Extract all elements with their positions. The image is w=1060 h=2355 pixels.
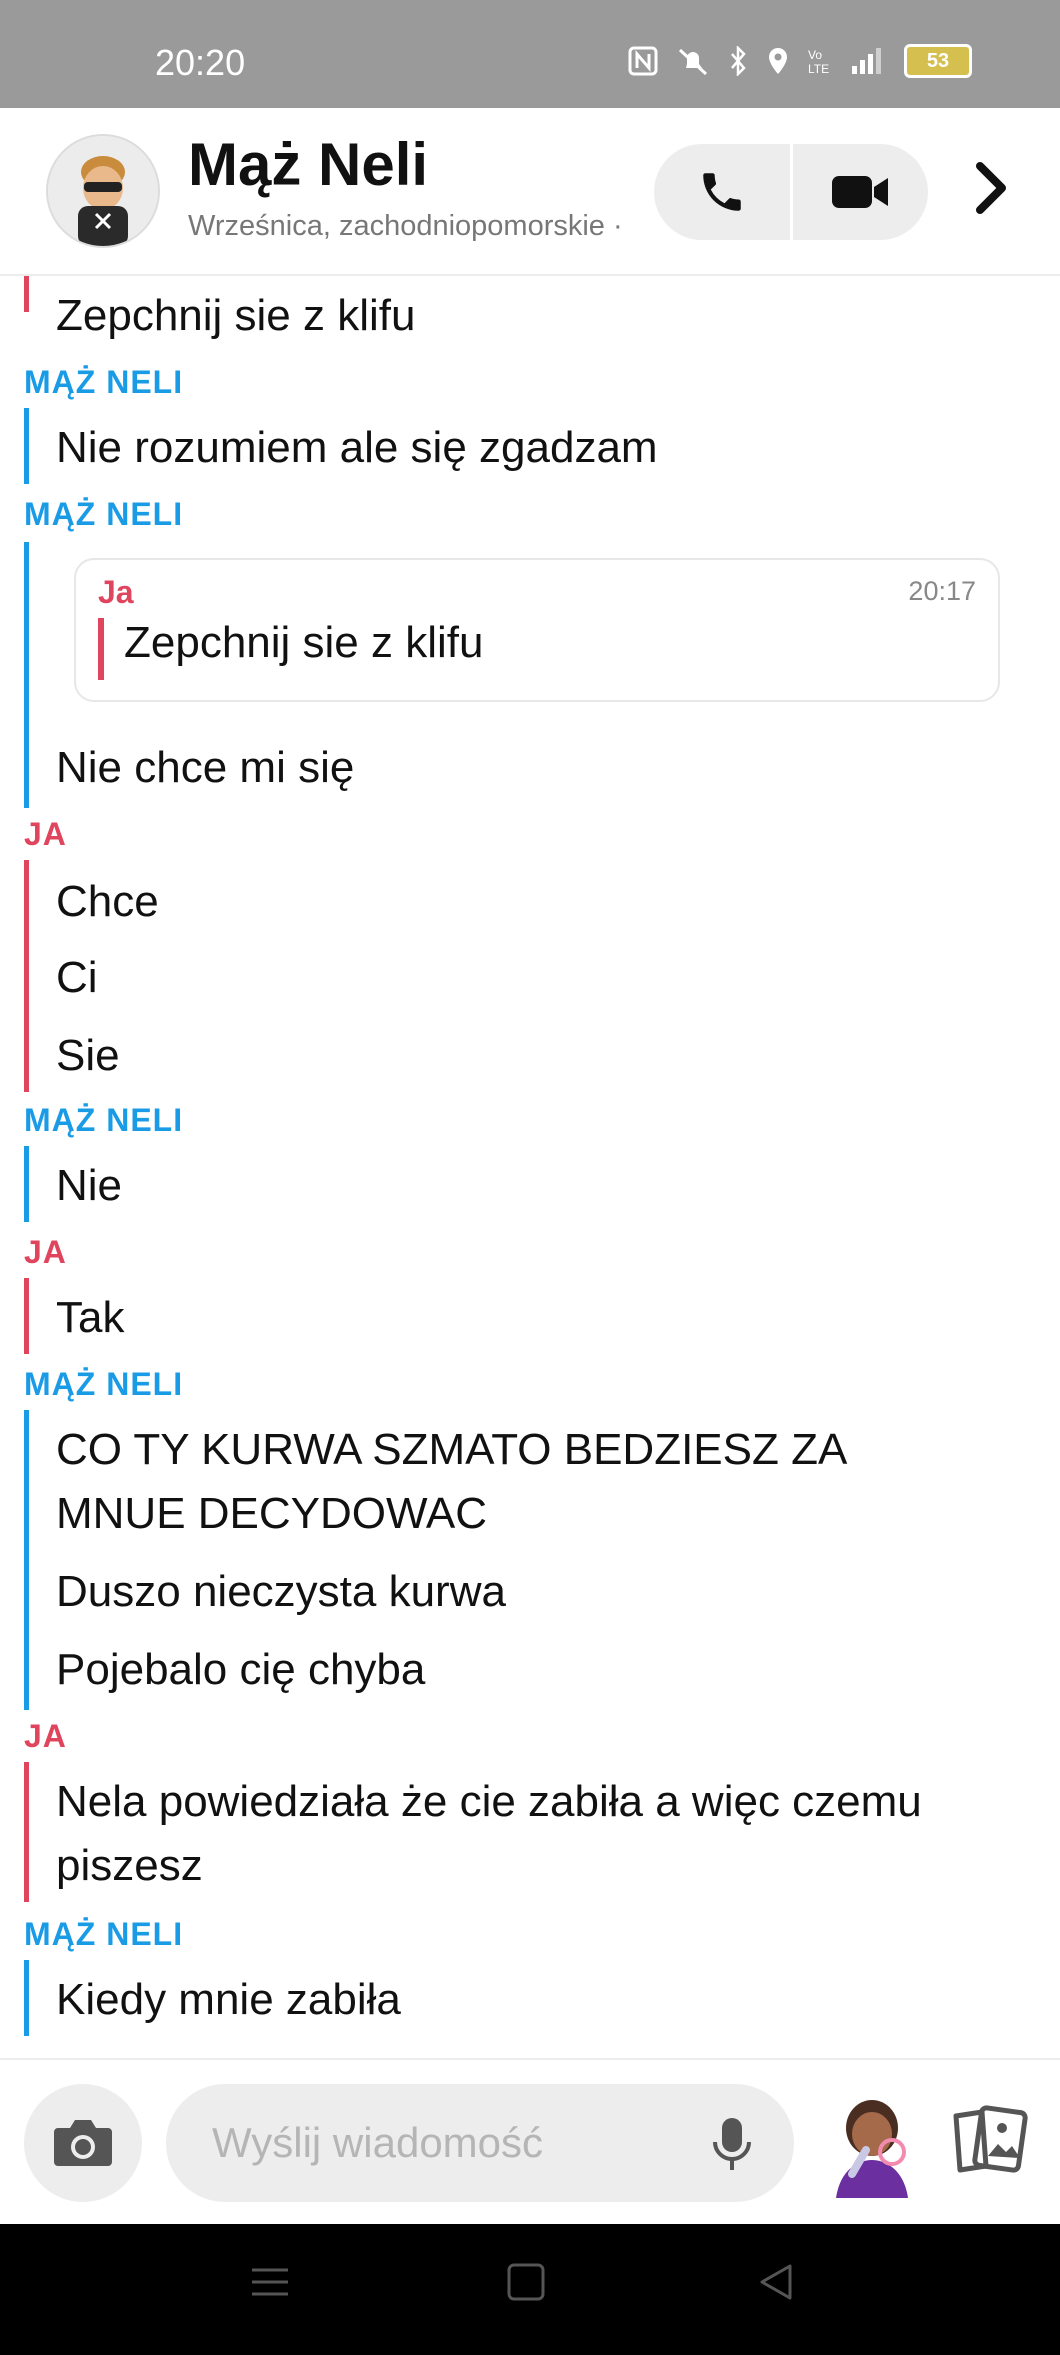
back-icon[interactable]: [756, 2262, 796, 2302]
sender-label: MĄŻ NELI: [24, 496, 184, 532]
bluetooth-icon: [731, 46, 746, 76]
sender-bar: [24, 542, 29, 808]
svg-text:Vo: Vo: [808, 48, 822, 62]
quote-text: Zepchnij sie z klifu: [124, 618, 484, 667]
sender-label: MĄŻ NELI: [24, 1102, 184, 1138]
quoted-message[interactable]: Ja 20:17 Zepchnij sie z klifu: [74, 558, 1000, 702]
status-icons: Vo LTE 53: [628, 44, 972, 78]
video-call-button[interactable]: [793, 144, 928, 240]
message[interactable]: Pojebalo cię chyba: [56, 1638, 1036, 1702]
volte-icon: VoLTE: [808, 48, 829, 76]
call-actions: [654, 144, 928, 240]
contact-avatar[interactable]: [46, 134, 160, 248]
sender-bar: [24, 276, 29, 312]
svg-text:LTE: LTE: [808, 62, 829, 76]
sender-label: JA: [24, 1718, 67, 1754]
contact-location: Wrześnica, zachodniopomorskie ·: [188, 210, 623, 243]
sender-label: JA: [24, 1234, 67, 1270]
microphone-icon[interactable]: [710, 2114, 754, 2174]
bitmoji-avatar[interactable]: [822, 2086, 926, 2198]
cards-icon[interactable]: [950, 2104, 1030, 2174]
sender-bar: [24, 408, 29, 484]
camera-button[interactable]: [24, 2084, 142, 2202]
message[interactable]: Kiedy mnie zabiła: [56, 1968, 1036, 2032]
home-icon[interactable]: [506, 2262, 546, 2302]
sender-bar: [24, 1960, 29, 2036]
sender-bar: [24, 1278, 29, 1354]
message[interactable]: CO TY KURWA SZMATO BEDZIESZ ZA MNUE DECY…: [56, 1418, 956, 1546]
sender-label: JA: [24, 816, 67, 852]
status-bar: 20:20 Vo LTE 53: [0, 0, 1060, 108]
recent-apps-icon[interactable]: [250, 2262, 290, 2302]
message[interactable]: Zepchnij sie z klifu: [56, 284, 1036, 348]
phone-icon: [703, 173, 741, 211]
status-time: 20:20: [155, 42, 246, 83]
sender-bar: [24, 1410, 29, 1710]
message[interactable]: Ci: [56, 946, 1036, 1010]
message[interactable]: Nie rozumiem ale się zgadzam: [56, 416, 1036, 480]
sender-label: MĄŻ NELI: [24, 364, 184, 400]
video-camera-icon: [832, 176, 888, 208]
contact-name[interactable]: Mąż Neli: [188, 130, 428, 199]
call-button[interactable]: [654, 144, 790, 240]
sender-bar: [24, 1762, 29, 1902]
message[interactable]: Tak: [56, 1286, 1036, 1350]
camera-icon: [54, 2120, 112, 2166]
mute-icon: [678, 48, 708, 76]
chevron-right-icon[interactable]: [970, 158, 1010, 218]
quote-sender: Ja: [98, 574, 134, 610]
location-text: Wrześnica, zachodniopomorskie: [188, 210, 605, 242]
message[interactable]: Nie chce mi się: [56, 736, 1036, 800]
system-nav-bar: [0, 2224, 1060, 2355]
sender-label: MĄŻ NELI: [24, 1366, 184, 1402]
location-icon: [769, 48, 787, 74]
signal-icon: [852, 48, 881, 74]
message-list[interactable]: Zepchnij sie z klifu MĄŻ NELI Nie rozumi…: [0, 276, 1060, 2056]
quote-time: 20:17: [908, 576, 976, 606]
message[interactable]: Nie: [56, 1154, 1036, 1218]
message-input[interactable]: [210, 2112, 694, 2174]
battery-indicator: 53: [904, 44, 972, 78]
message[interactable]: Sie: [56, 1024, 1036, 1088]
message-input-container[interactable]: [166, 2084, 794, 2202]
sender-bar: [24, 860, 29, 1092]
message[interactable]: Duszo nieczysta kurwa: [56, 1560, 1036, 1624]
sender-label: MĄŻ NELI: [24, 1916, 184, 1952]
message[interactable]: Nela powiedziała że cie zabiła a więc cz…: [56, 1770, 1056, 1898]
quote-bar: [98, 618, 104, 680]
chat-header: Mąż Neli Wrześnica, zachodniopomorskie ·: [0, 108, 1060, 276]
message[interactable]: Chce: [56, 870, 1036, 934]
nfc-icon: [628, 46, 658, 76]
location-separator: ·: [613, 210, 623, 242]
composer-bar: [0, 2058, 1060, 2226]
sender-bar: [24, 1146, 29, 1222]
